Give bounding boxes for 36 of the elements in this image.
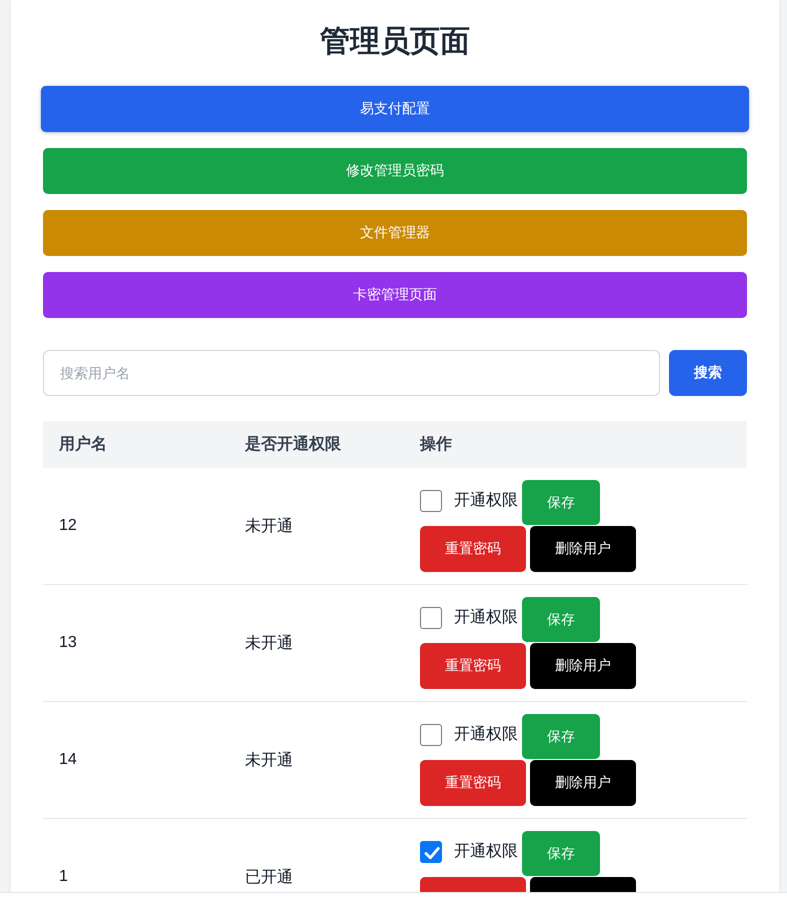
nav-button[interactable]: 修改管理员密码 — [43, 148, 747, 194]
table-cell: 已开通 — [229, 818, 404, 892]
search-button[interactable]: 搜索 — [669, 350, 747, 396]
checkbox-label[interactable]: 开通权限 — [454, 607, 518, 628]
delete-user-button[interactable]: 删除用户 — [530, 643, 636, 689]
column-header: 操作 — [404, 421, 747, 468]
checkbox-label[interactable]: 开通权限 — [454, 841, 518, 862]
checkbox[interactable] — [420, 490, 442, 512]
save-button[interactable]: 保存 — [522, 597, 600, 642]
nav-button[interactable]: 易支付配置 — [40, 86, 750, 132]
table-cell: 未开通 — [229, 702, 404, 818]
delete-user-button[interactable]: 删除用户 — [530, 526, 636, 572]
column-header: 是否开通权限 — [229, 421, 404, 468]
column-header: 用户名 — [43, 421, 229, 468]
delete-user-button[interactable]: 删除用户 — [530, 760, 636, 806]
checkbox-label[interactable]: 开通权限 — [454, 724, 518, 745]
table-cell: 未开通 — [229, 468, 404, 584]
table-cell: 1 — [43, 818, 229, 892]
checkbox[interactable] — [420, 606, 442, 628]
reset-password-button[interactable]: 重置密码 — [420, 526, 526, 572]
save-button[interactable]: 保存 — [522, 714, 600, 759]
save-button[interactable]: 保存 — [522, 480, 600, 525]
checkbox[interactable] — [420, 840, 442, 862]
reset-password-button[interactable]: 重置密码 — [420, 760, 526, 806]
checkbox-label[interactable]: 开通权限 — [454, 490, 518, 511]
checkbox[interactable] — [420, 724, 442, 746]
table-cell: 14 — [43, 702, 229, 818]
nav-button[interactable]: 卡密管理页面 — [43, 272, 747, 318]
table-cell: 13 — [43, 584, 229, 702]
search-field[interactable]: 搜索用户名 — [43, 350, 660, 396]
page-title: 管理员页面 — [318, 24, 471, 60]
table-cell: 12 — [43, 468, 229, 584]
reset-password-button[interactable]: 重置密码 — [420, 643, 526, 689]
table-cell: 未开通 — [229, 584, 404, 702]
nav-button[interactable]: 文件管理器 — [43, 210, 747, 256]
save-button[interactable]: 保存 — [522, 831, 600, 876]
